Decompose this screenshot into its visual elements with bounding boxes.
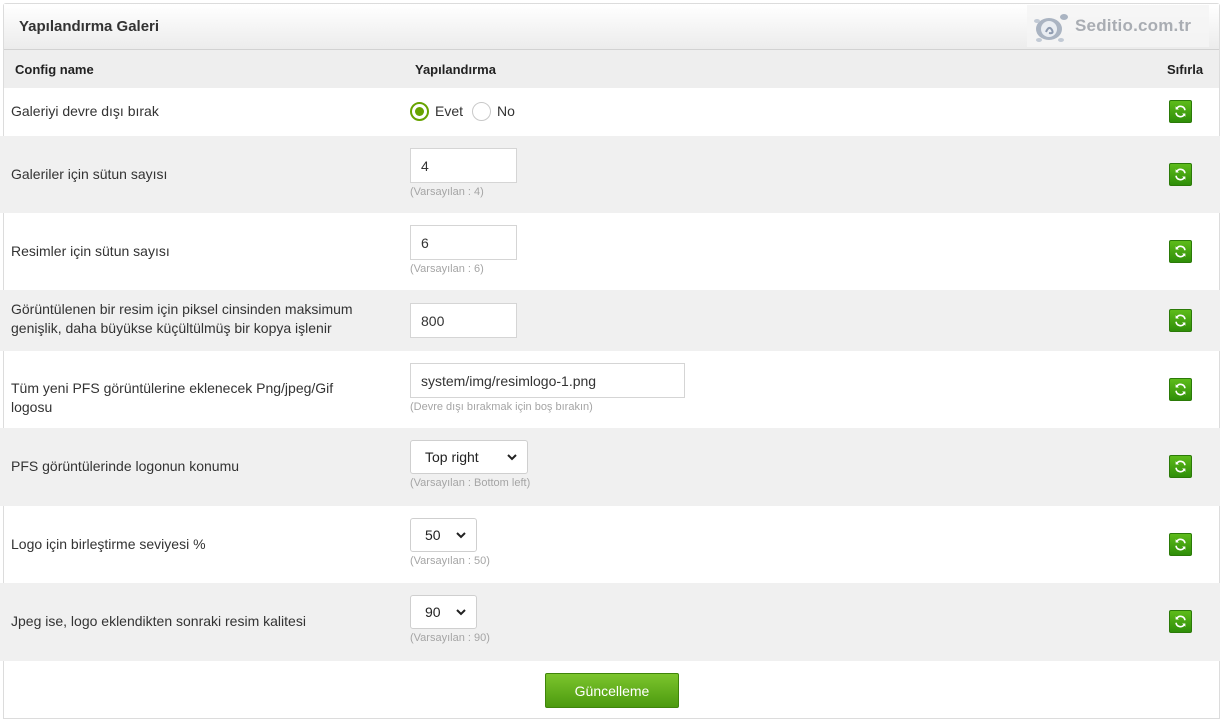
control: 6 (Varsayılan : 6) bbox=[410, 225, 517, 275]
select-value: 50 bbox=[425, 527, 441, 543]
header-config-name: Config name bbox=[15, 62, 94, 77]
reset-button[interactable] bbox=[1169, 533, 1192, 556]
control: 90 (Varsayılan : 90) bbox=[410, 595, 490, 644]
config-row-gallery-disable: Galeriyi devre dışı bırak Evet No bbox=[0, 88, 1220, 136]
row-label: Resimler için sütun sayısı bbox=[11, 243, 170, 259]
config-row-image-columns: Resimler için sütun sayısı 6 (Varsayılan… bbox=[0, 213, 1220, 290]
refresh-icon bbox=[1175, 460, 1186, 473]
reset-button[interactable] bbox=[1169, 610, 1192, 633]
update-button[interactable]: Güncelleme bbox=[545, 673, 679, 708]
default-hint: (Devre dışı bırakmak için boş bırakın) bbox=[410, 401, 593, 413]
select-value: Top right bbox=[425, 449, 479, 465]
reset-button[interactable] bbox=[1169, 240, 1192, 263]
row-label: Görüntülenen bir resim için piksel cinsi… bbox=[11, 301, 353, 336]
chevron-down-icon bbox=[456, 609, 466, 616]
refresh-icon bbox=[1175, 538, 1186, 551]
radio-yes[interactable] bbox=[410, 101, 429, 121]
row-label: Galeriler için sütun sayısı bbox=[11, 166, 168, 182]
reset-button[interactable] bbox=[1169, 163, 1192, 186]
refresh-icon bbox=[1175, 168, 1186, 181]
control: 4 (Varsayılan : 4) bbox=[410, 148, 517, 198]
row-label: PFS görüntülerinde logonun konumu bbox=[11, 458, 240, 474]
config-row-gallery-columns: Galeriler için sütun sayısı 4 (Varsayıla… bbox=[0, 136, 1220, 213]
jpeg-quality-select[interactable]: 90 bbox=[410, 595, 477, 629]
row-label: Tüm yeni PFS görüntülerine eklenecek Png… bbox=[11, 380, 334, 415]
row-label: Jpeg ise, logo eklendikten sonraki resim… bbox=[11, 613, 306, 629]
radio-no-label[interactable]: No bbox=[497, 103, 515, 119]
refresh-icon bbox=[1175, 383, 1186, 396]
header-configuration: Yapılandırma bbox=[415, 62, 496, 77]
brand-watermark: Seditio.com.tr bbox=[1027, 5, 1209, 47]
reset-button[interactable] bbox=[1169, 455, 1192, 478]
control: system/img/resimlogo-1.png (Devre dışı b… bbox=[410, 363, 685, 413]
row-label: Logo için birleştirme seviyesi % bbox=[11, 536, 206, 552]
reset-button[interactable] bbox=[1169, 100, 1192, 123]
config-row-max-width: Görüntülenen bir resim için piksel cinsi… bbox=[0, 290, 1220, 351]
radio-no[interactable] bbox=[472, 101, 492, 121]
chevron-down-icon bbox=[456, 532, 466, 539]
logo-position-select[interactable]: Top right bbox=[410, 440, 528, 474]
default-hint: (Varsayılan : Bottom left) bbox=[410, 477, 531, 489]
refresh-icon bbox=[1175, 105, 1186, 118]
control: 50 (Varsayılan : 50) bbox=[410, 518, 490, 567]
control: Top right (Varsayılan : Bottom left) bbox=[410, 440, 530, 489]
config-row-logo-merge: Logo için birleştirme seviyesi % 50 (Var… bbox=[0, 506, 1220, 583]
refresh-icon bbox=[1175, 245, 1186, 258]
refresh-icon bbox=[1175, 615, 1186, 628]
max-width-input[interactable]: 800 bbox=[410, 303, 517, 338]
config-row-jpeg-quality: Jpeg ise, logo eklendikten sonraki resim… bbox=[0, 583, 1220, 661]
image-columns-input[interactable]: 6 bbox=[410, 225, 517, 260]
default-hint: (Varsayılan : 6) bbox=[410, 263, 484, 275]
panel-title: Yapılandırma Galeri bbox=[19, 18, 160, 35]
default-hint: (Varsayılan : 90) bbox=[410, 632, 490, 644]
refresh-icon bbox=[1175, 314, 1186, 327]
radio-group-disable-gallery: Evet No bbox=[410, 101, 524, 121]
reset-button[interactable] bbox=[1169, 378, 1192, 401]
config-row-logo-position: PFS görüntülerinde logonun konumu Top ri… bbox=[0, 428, 1220, 506]
chevron-down-icon bbox=[507, 454, 517, 461]
control: 800 bbox=[410, 303, 517, 338]
default-hint: (Varsayılan : 4) bbox=[410, 186, 484, 198]
logo-path-input[interactable]: system/img/resimlogo-1.png bbox=[410, 363, 685, 398]
default-hint: (Varsayılan : 50) bbox=[410, 555, 490, 567]
radio-yes-label[interactable]: Evet bbox=[435, 103, 463, 119]
config-row-logo-path: Tüm yeni PFS görüntülerine eklenecek Png… bbox=[0, 351, 1220, 428]
brand-text: Seditio.com.tr bbox=[1075, 16, 1192, 35]
seditio-logo-icon bbox=[1027, 5, 1075, 47]
reset-button[interactable] bbox=[1169, 309, 1192, 332]
logo-merge-select[interactable]: 50 bbox=[410, 518, 477, 552]
gallery-columns-input[interactable]: 4 bbox=[410, 148, 517, 183]
table-header: Config name Yapılandırma Sıfırla bbox=[4, 50, 1219, 88]
select-value: 90 bbox=[425, 604, 441, 620]
row-label: Galeriyi devre dışı bırak bbox=[11, 103, 159, 119]
header-reset: Sıfırla bbox=[1167, 62, 1204, 77]
